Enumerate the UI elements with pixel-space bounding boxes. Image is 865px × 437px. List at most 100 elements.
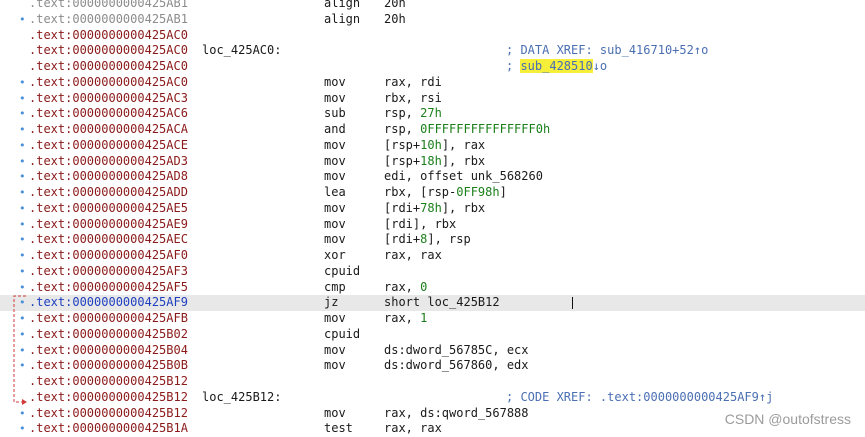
address[interactable]: .text:0000000000425ACE bbox=[29, 138, 188, 154]
disasm-line[interactable]: .text:0000000000425AC0 bbox=[0, 28, 865, 44]
instruction-operands[interactable]: [rsp+18h], rbx bbox=[384, 154, 485, 170]
instruction-mnemonic[interactable]: mov bbox=[324, 311, 346, 327]
instruction-operands[interactable]: rax, rax bbox=[384, 248, 442, 264]
instruction-operands[interactable]: 20h bbox=[384, 12, 406, 28]
address[interactable]: .text:0000000000425AF9 bbox=[29, 295, 188, 311]
disasm-line[interactable]: • .text:0000000000425AFB mov rax, 1 bbox=[0, 311, 865, 327]
address[interactable]: .text:0000000000425ADD bbox=[29, 185, 188, 201]
instruction-mnemonic[interactable]: mov bbox=[324, 138, 346, 154]
instruction-mnemonic[interactable]: mov bbox=[324, 406, 346, 422]
address[interactable]: .text:0000000000425B12 bbox=[29, 374, 188, 390]
instruction-mnemonic[interactable]: jz bbox=[324, 295, 338, 311]
instruction-mnemonic[interactable]: mov bbox=[324, 201, 346, 217]
address[interactable]: .text:0000000000425B12 bbox=[29, 390, 188, 406]
disasm-line[interactable]: • .text:0000000000425AB1 align 20h bbox=[0, 12, 865, 28]
address[interactable]: .text:0000000000425B12 bbox=[29, 406, 188, 422]
disasm-line[interactable]: .text:0000000000425B12 bbox=[0, 374, 865, 390]
disasm-line[interactable]: • .text:0000000000425B04 mov ds:dword_56785… bbox=[0, 343, 865, 359]
instruction-mnemonic[interactable]: mov bbox=[324, 358, 346, 374]
instruction-operands[interactable]: rax, ds:qword_567888 bbox=[384, 406, 529, 422]
disasm-line[interactable]: • .text:0000000000425AEC mov [rdi+8], rsp bbox=[0, 232, 865, 248]
instruction-mnemonic[interactable]: mov bbox=[324, 169, 346, 185]
instruction-operands[interactable]: rax, 0 bbox=[384, 280, 427, 296]
instruction-mnemonic[interactable]: and bbox=[324, 122, 346, 138]
current-line[interactable]: • .text:0000000000425AF9 jz short loc_425B1… bbox=[0, 295, 865, 311]
xref-comment[interactable]: ; DATA XREF: sub_416710+52↑o bbox=[506, 43, 708, 59]
disasm-line[interactable]: • .text:0000000000425AF3 cpuid bbox=[0, 264, 865, 280]
disasm-line[interactable]: • .text:0000000000425B02 cpuid bbox=[0, 327, 865, 343]
instruction-operands[interactable]: 20h bbox=[384, 0, 406, 12]
instruction-mnemonic[interactable]: mov bbox=[324, 343, 346, 359]
instruction-operands[interactable]: short loc_425B12 bbox=[384, 295, 500, 311]
disasm-line[interactable]: • .text:0000000000425AD3 mov [rsp+18h], rbx bbox=[0, 154, 865, 170]
instruction-mnemonic[interactable]: mov bbox=[324, 217, 346, 233]
address[interactable]: .text:0000000000425B1A bbox=[29, 421, 188, 437]
xref-comment[interactable]: ; sub_428510↓o bbox=[506, 59, 607, 75]
address[interactable]: .text:0000000000425AB1 bbox=[29, 0, 188, 12]
instruction-mnemonic[interactable]: align bbox=[324, 12, 360, 28]
instruction-operands[interactable]: ds:dword_567860, edx bbox=[384, 358, 529, 374]
address[interactable]: .text:0000000000425AC0 bbox=[29, 59, 188, 75]
disasm-line[interactable]: .text:0000000000425AC0 ; sub_428510↓o bbox=[0, 59, 865, 75]
instruction-operands[interactable]: rsp, 27h bbox=[384, 106, 442, 122]
address[interactable]: .text:0000000000425AC3 bbox=[29, 91, 188, 107]
address[interactable]: .text:0000000000425AC0 bbox=[29, 28, 188, 44]
xref-comment[interactable]: ; CODE XREF: .text:0000000000425AF9↑j bbox=[506, 390, 773, 406]
disasm-line[interactable]: • .text:0000000000425AD8 mov edi, offset un… bbox=[0, 169, 865, 185]
address[interactable]: .text:0000000000425AB1 bbox=[29, 12, 188, 28]
instruction-mnemonic[interactable]: mov bbox=[324, 91, 346, 107]
address[interactable]: .text:0000000000425AD8 bbox=[29, 169, 188, 185]
disasm-line[interactable]: • .text:0000000000425AE5 mov [rdi+78h], rbx bbox=[0, 201, 865, 217]
instruction-operands[interactable]: rbx, [rsp-0FF98h] bbox=[384, 185, 507, 201]
disasm-line[interactable]: .text:0000000000425AC0 loc_425AC0: ; DATA … bbox=[0, 43, 865, 59]
address[interactable]: .text:0000000000425AF0 bbox=[29, 248, 188, 264]
instruction-mnemonic[interactable]: cpuid bbox=[324, 327, 360, 343]
address[interactable]: .text:0000000000425AE9 bbox=[29, 217, 188, 233]
instruction-mnemonic[interactable]: cmp bbox=[324, 280, 346, 296]
address[interactable]: .text:0000000000425AF3 bbox=[29, 264, 188, 280]
address[interactable]: .text:0000000000425AE5 bbox=[29, 201, 188, 217]
disasm-line[interactable]: • .text:0000000000425AC3 mov rbx, rsi bbox=[0, 91, 865, 107]
disasm-line[interactable]: .text:0000000000425B12 loc_425B12: ; CODE … bbox=[0, 390, 865, 406]
address[interactable]: .text:0000000000425B02 bbox=[29, 327, 188, 343]
instruction-mnemonic[interactable]: lea bbox=[324, 185, 346, 201]
instruction-operands[interactable]: [rsp+10h], rax bbox=[384, 138, 485, 154]
disasm-line[interactable]: • .text:0000000000425ACE mov [rsp+10h], rax bbox=[0, 138, 865, 154]
instruction-operands[interactable]: rax, rax bbox=[384, 421, 442, 437]
disasm-line[interactable]: • .text:0000000000425AF0 xor rax, rax bbox=[0, 248, 865, 264]
code-label[interactable]: loc_425B12: bbox=[202, 390, 281, 406]
address[interactable]: .text:0000000000425AC0 bbox=[29, 75, 188, 91]
disasm-line[interactable]: • .text:0000000000425AF5 cmp rax, 0 bbox=[0, 280, 865, 296]
address[interactable]: .text:0000000000425AC6 bbox=[29, 106, 188, 122]
instruction-operands[interactable]: rax, 1 bbox=[384, 311, 427, 327]
disasm-line[interactable]: • .text:0000000000425ACA and rsp, 0FFFFFFFF… bbox=[0, 122, 865, 138]
disasm-line[interactable]: • .text:0000000000425AC0 mov rax, rdi bbox=[0, 75, 865, 91]
address[interactable]: .text:0000000000425B0B bbox=[29, 358, 188, 374]
instruction-mnemonic[interactable]: xor bbox=[324, 248, 346, 264]
instruction-mnemonic[interactable]: cpuid bbox=[324, 264, 360, 280]
instruction-mnemonic[interactable]: align bbox=[324, 0, 360, 12]
disasm-line[interactable]: • .text:0000000000425ADD lea rbx, [rsp-0FF9… bbox=[0, 185, 865, 201]
instruction-operands[interactable]: [rdi], rbx bbox=[384, 217, 456, 233]
disasm-line[interactable]: • .text:0000000000425AE9 mov [rdi], rbx bbox=[0, 217, 865, 233]
instruction-operands[interactable]: [rdi+78h], rbx bbox=[384, 201, 485, 217]
instruction-operands[interactable]: edi, offset unk_568260 bbox=[384, 169, 543, 185]
disasm-line[interactable]: • .text:0000000000425AC6 sub rsp, 27h bbox=[0, 106, 865, 122]
address[interactable]: .text:0000000000425AC0 bbox=[29, 43, 188, 59]
instruction-mnemonic[interactable]: mov bbox=[324, 154, 346, 170]
address[interactable]: .text:0000000000425AFB bbox=[29, 311, 188, 327]
disassembly-listing[interactable]: .text:0000000000425AB1 align 20h • .text:000… bbox=[0, 0, 865, 437]
instruction-mnemonic[interactable]: mov bbox=[324, 232, 346, 248]
instruction-mnemonic[interactable]: test bbox=[324, 421, 353, 437]
address[interactable]: .text:0000000000425B04 bbox=[29, 343, 188, 359]
instruction-mnemonic[interactable]: sub bbox=[324, 106, 346, 122]
address[interactable]: .text:0000000000425AEC bbox=[29, 232, 188, 248]
highlighted-xref[interactable]: sub_428510 bbox=[520, 59, 593, 73]
instruction-operands[interactable]: ds:dword_56785C, ecx bbox=[384, 343, 529, 359]
disasm-line[interactable]: .text:0000000000425AB1 align 20h bbox=[0, 0, 865, 12]
instruction-operands[interactable]: rax, rdi bbox=[384, 75, 442, 91]
address[interactable]: .text:0000000000425AF5 bbox=[29, 280, 188, 296]
instruction-operands[interactable]: rbx, rsi bbox=[384, 91, 442, 107]
instruction-mnemonic[interactable]: mov bbox=[324, 75, 346, 91]
address[interactable]: .text:0000000000425ACA bbox=[29, 122, 188, 138]
